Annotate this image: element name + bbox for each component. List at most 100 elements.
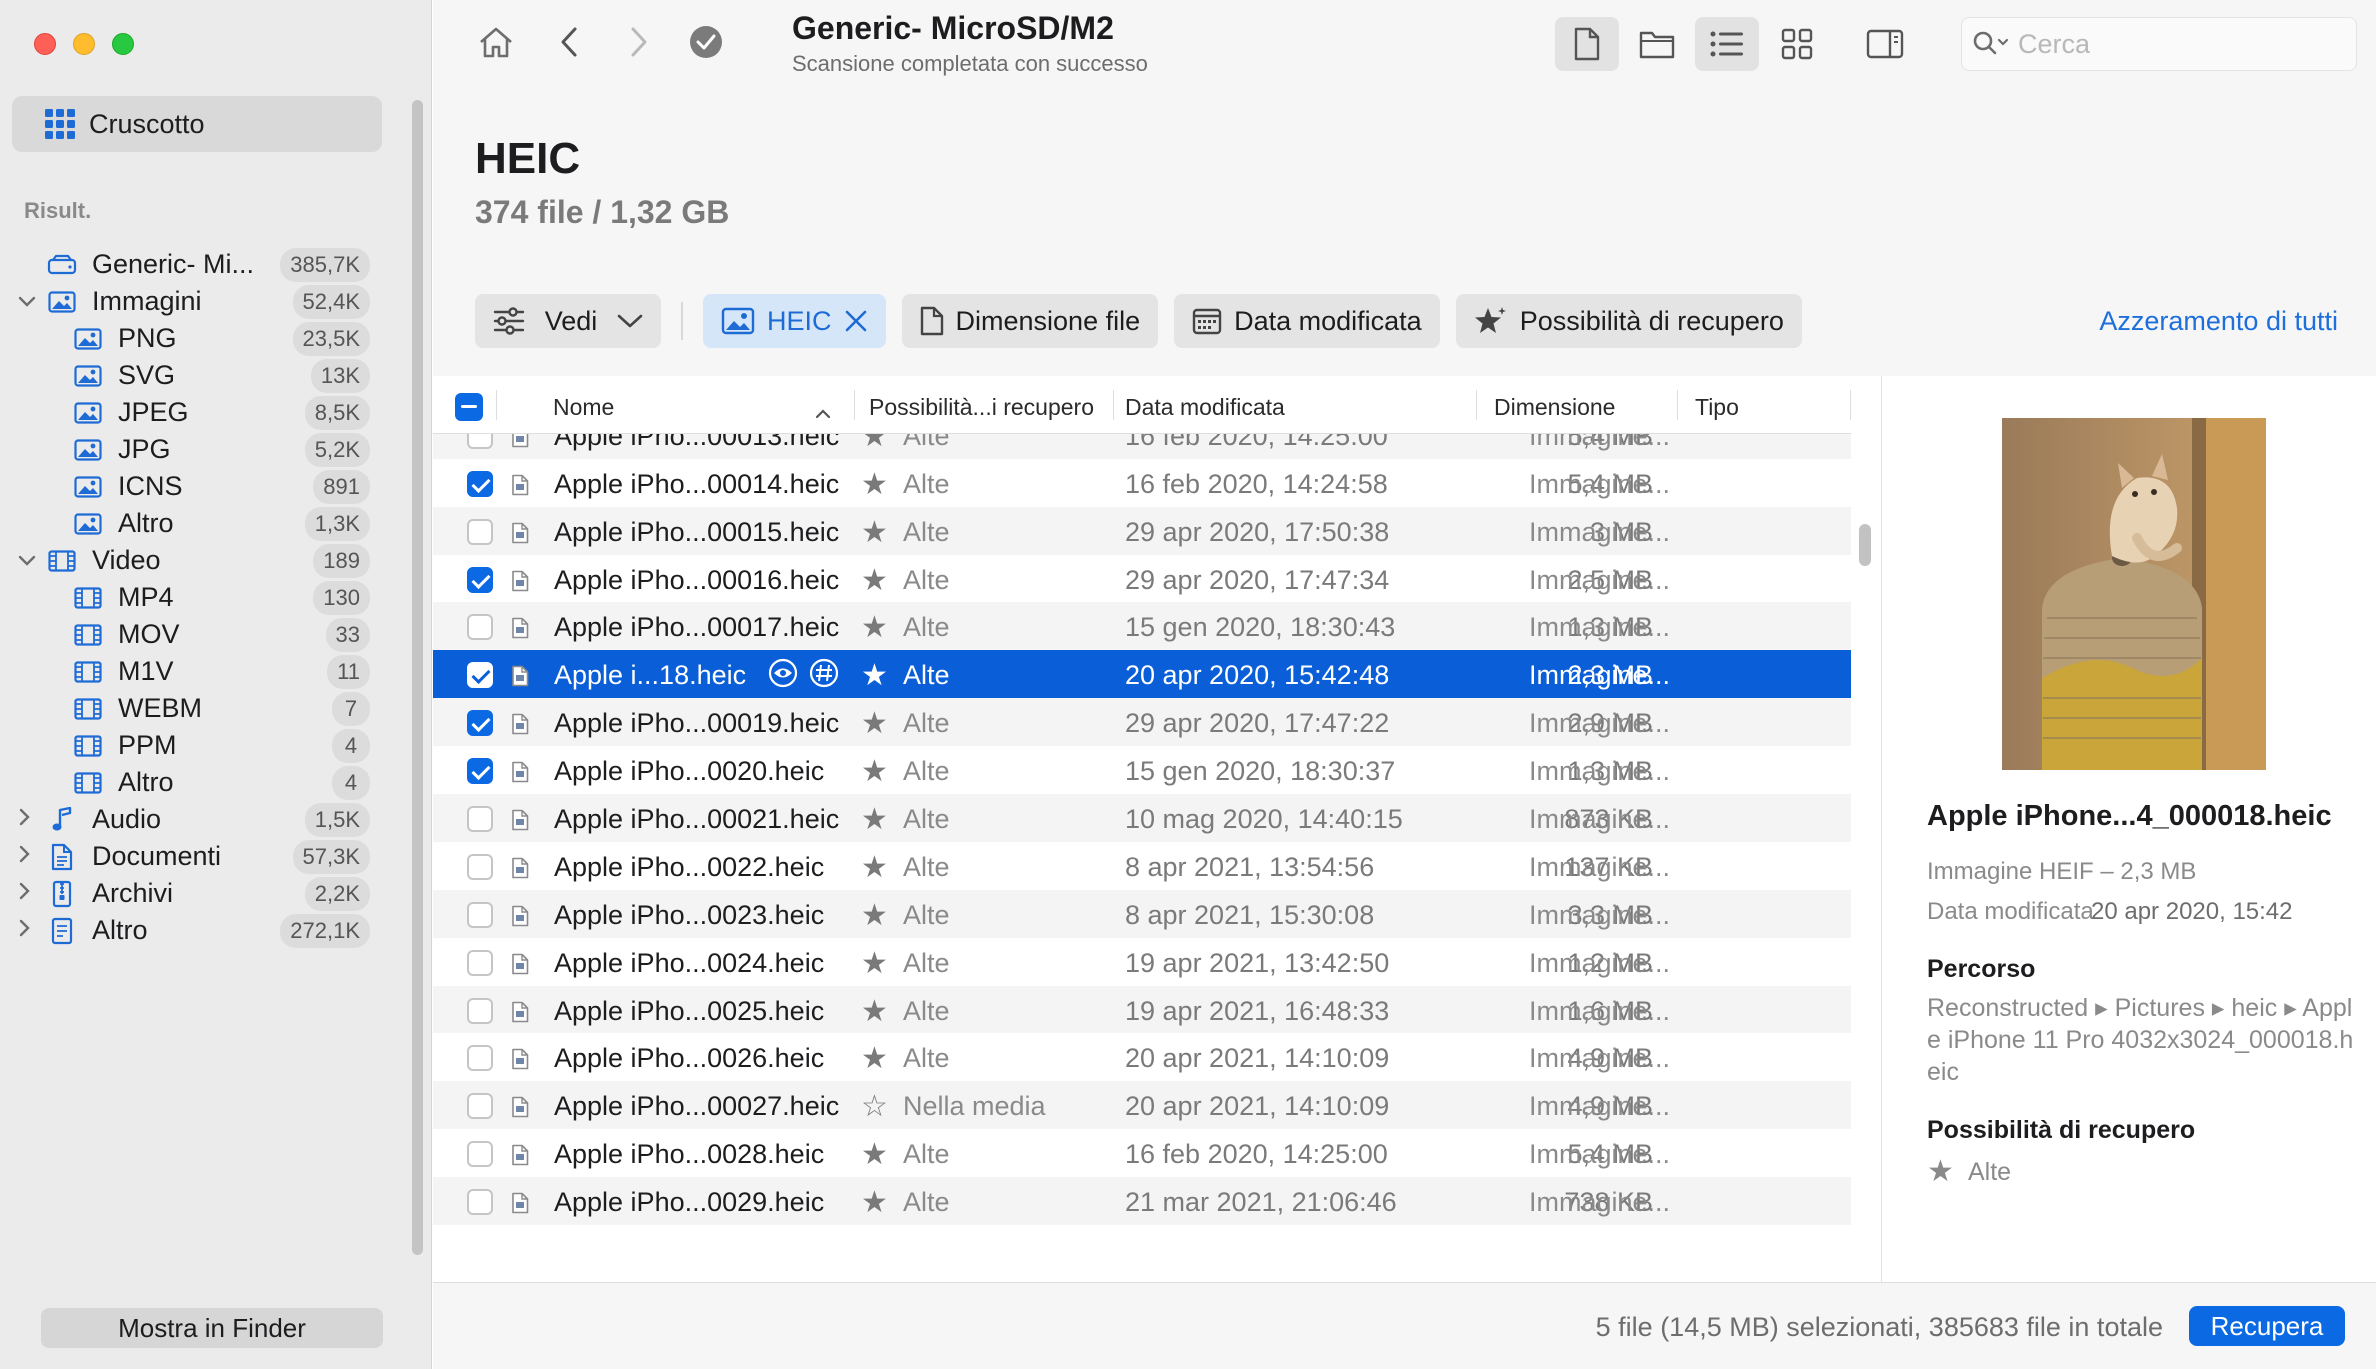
row-checkbox[interactable]: [467, 710, 493, 737]
sidebar-item[interactable]: M1V 11: [0, 653, 400, 690]
grid-view-button[interactable]: [1765, 17, 1829, 71]
row-checkbox[interactable]: [467, 997, 493, 1024]
sidebar-item[interactable]: Documenti 57,3K: [0, 838, 400, 875]
heic-file-icon: [511, 520, 529, 551]
row-checkbox[interactable]: [467, 518, 493, 545]
row-checkbox[interactable]: [467, 1141, 493, 1168]
row-checkbox[interactable]: [467, 566, 493, 593]
preview-image[interactable]: [2002, 418, 2266, 770]
table-row[interactable]: Apple iPho...0026.heic ★ Alte 20 apr 2021, …: [433, 1033, 1851, 1081]
home-icon[interactable]: [476, 22, 516, 62]
row-checkbox[interactable]: [467, 1189, 493, 1216]
view-dropdown[interactable]: Vedi: [475, 294, 661, 348]
file-name: Apple iPho...0023.heic: [554, 899, 825, 930]
sidebar-item[interactable]: Archivi 2,2K: [0, 875, 400, 912]
list-view-button[interactable]: [1695, 17, 1759, 71]
table-row[interactable]: Apple iPho...00019.heic ★ Alte 29 apr 2020,…: [433, 698, 1851, 747]
grid-icon: [45, 109, 75, 139]
sidebar-item[interactable]: JPEG 8,5K: [0, 394, 400, 431]
search-field[interactable]: [1961, 17, 2357, 71]
sidebar-item[interactable]: Generic- Mi... 385,7K: [0, 246, 400, 283]
table-row[interactable]: Apple i...18.heic ★ Alte 20 apr 2020, 15:42…: [433, 650, 1851, 699]
table-row[interactable]: Apple iPho...0020.heic ★ Alte 15 gen 2020, …: [433, 746, 1851, 794]
column-name[interactable]: Nome: [553, 394, 614, 421]
sidebar-right-icon: [1866, 29, 1904, 59]
close-window-button[interactable]: [34, 33, 56, 55]
file-size-filter[interactable]: Dimensione file: [901, 294, 1159, 348]
row-checkbox[interactable]: [467, 614, 493, 641]
table-row[interactable]: Apple iPho...0028.heic ★ Alte 16 feb 2020, …: [433, 1129, 1851, 1177]
recovery-chance-filter[interactable]: Possibilità di recupero: [1455, 294, 1802, 348]
table-scrollbar[interactable]: [1859, 524, 1871, 566]
search-input[interactable]: [2018, 28, 2338, 60]
sidebar-item-label: Cruscotto: [89, 108, 205, 139]
column-type[interactable]: Tipo: [1695, 394, 1739, 421]
chevron-right-icon[interactable]: [18, 845, 36, 869]
sidebar-item[interactable]: Altro 272,1K: [0, 912, 400, 949]
sidebar-scrollbar[interactable]: [412, 100, 423, 1255]
row-checkbox[interactable]: [467, 662, 493, 689]
recover-button[interactable]: Recupera: [2189, 1306, 2345, 1346]
date-modified-filter[interactable]: Data modificata: [1174, 294, 1440, 348]
row-checkbox[interactable]: [467, 1093, 493, 1120]
minimize-window-button[interactable]: [73, 33, 95, 55]
sidebar-item[interactable]: SVG 13K: [0, 357, 400, 394]
row-checkbox[interactable]: [467, 853, 493, 880]
chevron-right-icon[interactable]: [18, 882, 36, 906]
sort-ascending-icon[interactable]: [815, 398, 831, 425]
sidebar-item[interactable]: Altro 4: [0, 764, 400, 801]
table-row[interactable]: Apple iPho...0022.heic ★ Alte 8 apr 2021, 1…: [433, 842, 1851, 890]
show-in-finder-button[interactable]: Mostra in Finder: [41, 1308, 383, 1348]
sidebar-item-dashboard[interactable]: Cruscotto: [12, 96, 382, 152]
sidebar-item[interactable]: MP4 130: [0, 579, 400, 616]
sidebar-item[interactable]: PPM 4: [0, 727, 400, 764]
table-row[interactable]: Apple iPho...00017.heic ★ Alte 15 gen 2020,…: [433, 602, 1851, 651]
sidebar-item[interactable]: Audio 1,5K: [0, 801, 400, 838]
back-icon[interactable]: [549, 22, 589, 62]
table-row[interactable]: Apple iPho...0025.heic ★ Alte 19 apr 2021, …: [433, 985, 1851, 1034]
table-row[interactable]: Apple iPho...0023.heic ★ Alte 8 apr 2021, 1…: [433, 889, 1851, 938]
toggle-preview-button[interactable]: [1853, 17, 1917, 71]
file-type: Immagine...: [1529, 612, 1671, 643]
chevron-down-icon[interactable]: [18, 549, 36, 572]
table-row[interactable]: Apple iPho...0024.heic ★ Alte 19 apr 2021, …: [433, 938, 1851, 986]
chevron-down-icon[interactable]: [18, 290, 36, 313]
table-row[interactable]: Apple iPho...00021.heic ★ Alte 10 mag 2020,…: [433, 794, 1851, 842]
row-checkbox[interactable]: [467, 1045, 493, 1072]
row-checkbox[interactable]: [467, 470, 493, 497]
sidebar-item[interactable]: WEBM 7: [0, 690, 400, 727]
select-all-checkbox[interactable]: [455, 393, 483, 421]
sidebar-item[interactable]: Video 189: [0, 542, 400, 579]
sidebar-item[interactable]: Immagini 52,4K: [0, 283, 400, 320]
hash-icon[interactable]: [809, 658, 839, 695]
column-size[interactable]: Dimensione: [1494, 394, 1615, 421]
recovery-chance: Alte: [903, 612, 950, 643]
table-row[interactable]: Apple iPho...0029.heic ★ Alte 21 mar 2021, …: [433, 1177, 1851, 1226]
row-checkbox[interactable]: [467, 949, 493, 976]
folder-view-button[interactable]: [1625, 17, 1689, 71]
file-view-button[interactable]: [1555, 17, 1619, 71]
forward-icon[interactable]: [619, 22, 659, 62]
table-row[interactable]: Apple iPho...00014.heic ★ Alte 16 feb 2020,…: [433, 459, 1851, 507]
sidebar-item[interactable]: Altro 1,3K: [0, 505, 400, 542]
sidebar-item[interactable]: MOV 33: [0, 616, 400, 653]
table-row[interactable]: Apple iPho...00016.heic ★ Alte 29 apr 2020,…: [433, 555, 1851, 603]
table-row[interactable]: Apple iPho...00027.heic ☆ Nella media 20 ap…: [433, 1081, 1851, 1130]
preview-eye-icon[interactable]: [767, 658, 799, 695]
chevron-right-icon[interactable]: [18, 919, 36, 943]
remove-filter-icon[interactable]: [844, 309, 868, 333]
zoom-window-button[interactable]: [112, 33, 134, 55]
column-recovery[interactable]: Possibilità...i recupero: [869, 394, 1094, 421]
column-date[interactable]: Data modificata: [1125, 394, 1285, 421]
table-row[interactable]: Apple iPho...00015.heic ★ Alte 29 apr 2020,…: [433, 506, 1851, 555]
row-checkbox[interactable]: [467, 758, 493, 785]
chevron-right-icon[interactable]: [18, 808, 36, 832]
reset-all-link[interactable]: Azzeramento di tutti: [2099, 306, 2338, 337]
sidebar-item[interactable]: ICNS 891: [0, 468, 400, 505]
sidebar-item[interactable]: JPG 5,2K: [0, 431, 400, 468]
row-checkbox[interactable]: [467, 901, 493, 928]
heic-filter-chip[interactable]: HEIC: [703, 294, 886, 348]
row-checkbox[interactable]: [467, 806, 493, 833]
sidebar-item[interactable]: PNG 23,5K: [0, 320, 400, 357]
calendar-icon: [1192, 308, 1222, 335]
